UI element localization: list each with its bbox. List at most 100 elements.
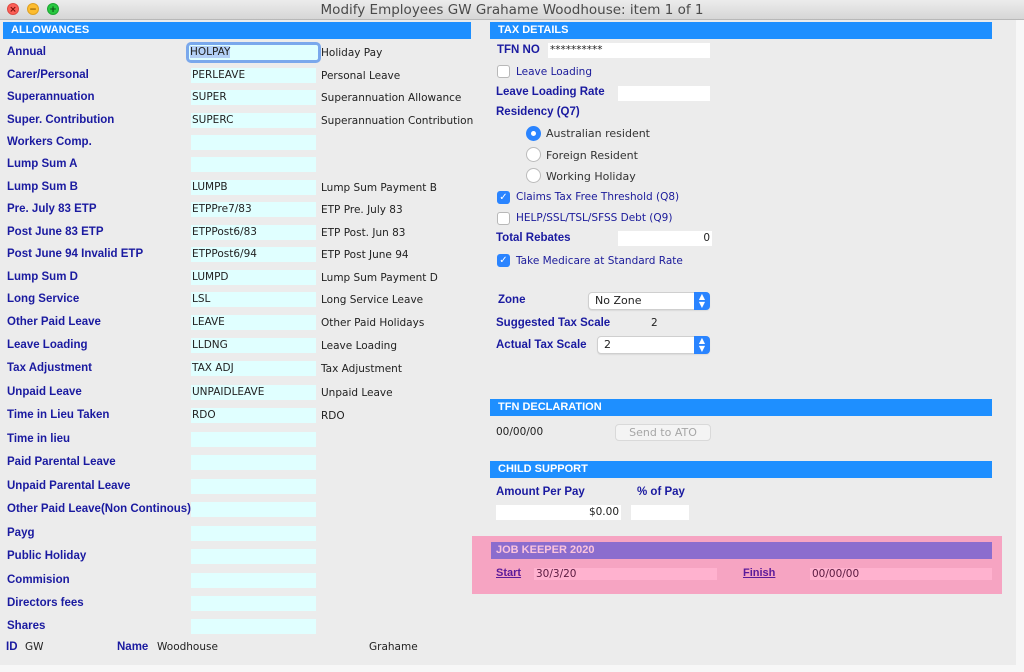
job-keeper-finish-link[interactable]: Finish bbox=[743, 567, 775, 579]
leave-loading-rate-input[interactable] bbox=[618, 86, 710, 101]
allowance-label: Workers Comp. bbox=[7, 136, 92, 148]
allowance-code-value: ETPPost6/94 bbox=[192, 248, 257, 260]
allowance-code-input[interactable]: HOLPAY bbox=[186, 42, 321, 63]
leave-loading-checkbox-label: Leave Loading bbox=[516, 66, 592, 78]
job-keeper-finish-input[interactable]: 00/00/00 bbox=[810, 568, 992, 580]
allowance-code-value: TAX ADJ bbox=[192, 362, 234, 374]
allowance-code-input[interactable]: ETPPost6/94 bbox=[191, 247, 316, 262]
allowance-label: Directors fees bbox=[7, 597, 84, 609]
send-to-ato-button[interactable]: Send to ATO bbox=[615, 424, 711, 441]
radio-australian-resident-label: Australian resident bbox=[546, 127, 650, 140]
help-debt-label: HELP/SSL/TSL/SFSS Debt (Q9) bbox=[516, 212, 673, 224]
allowance-label: Superannuation bbox=[7, 91, 95, 103]
allowance-code-input[interactable]: UNPAIDLEAVE bbox=[191, 385, 316, 400]
zone-select-value: No Zone bbox=[595, 294, 642, 307]
allowance-label: Lump Sum A bbox=[7, 158, 78, 170]
allowance-label: Lump Sum B bbox=[7, 181, 78, 193]
leave-loading-rate-label: Leave Loading Rate bbox=[496, 86, 605, 98]
percent-of-pay-input[interactable] bbox=[631, 505, 689, 520]
leave-loading-checkbox[interactable] bbox=[497, 65, 510, 78]
allowance-description: Unpaid Leave bbox=[321, 387, 393, 399]
allowance-code-input[interactable]: LEAVE bbox=[191, 315, 316, 330]
allowance-code-input[interactable]: LSL bbox=[191, 292, 316, 307]
select-arrows-icon: ▲ ▼ bbox=[694, 336, 710, 354]
allowance-code-value: ETPPost6/83 bbox=[192, 226, 257, 238]
allowance-code-input[interactable] bbox=[191, 619, 316, 634]
allowance-code-input[interactable]: LUMPD bbox=[191, 270, 316, 285]
allowance-code-value: LEAVE bbox=[192, 316, 225, 328]
child-support-header: CHILD SUPPORT bbox=[490, 461, 992, 478]
allowance-label: Leave Loading bbox=[7, 339, 88, 351]
medicare-label: Take Medicare at Standard Rate bbox=[516, 255, 683, 267]
allowance-code-input[interactable]: LLDNG bbox=[191, 338, 316, 353]
allowance-code-input[interactable] bbox=[191, 526, 316, 541]
allowance-code-value: ETPPre7/83 bbox=[192, 203, 252, 215]
allowance-code-input[interactable]: ETPPost6/83 bbox=[191, 225, 316, 240]
tfn-input[interactable]: ********** bbox=[548, 43, 710, 58]
surname-value: Woodhouse bbox=[157, 641, 218, 653]
allowance-code-value: LUMPD bbox=[192, 271, 229, 283]
allowance-description: Superannuation Contribution bbox=[321, 115, 474, 127]
allowance-label: Post June 94 Invalid ETP bbox=[7, 248, 144, 260]
allowance-code-input[interactable]: RDO bbox=[191, 408, 316, 423]
help-debt-checkbox[interactable] bbox=[497, 212, 510, 225]
allowance-label: Public Holiday bbox=[7, 550, 87, 562]
total-rebates-input[interactable]: 0 bbox=[618, 231, 712, 246]
allowance-code-input[interactable] bbox=[191, 573, 316, 588]
allowance-label: Unpaid Parental Leave bbox=[7, 480, 131, 492]
radio-australian-resident[interactable] bbox=[526, 126, 541, 141]
allowance-label: Annual bbox=[7, 46, 46, 58]
allowance-label: Long Service bbox=[7, 293, 80, 305]
allowance-label: Tax Adjustment bbox=[7, 362, 92, 374]
allowance-code-input[interactable] bbox=[191, 432, 316, 447]
actual-tax-scale-select[interactable]: 2 ▲ ▼ bbox=[597, 336, 710, 354]
allowance-label: Unpaid Leave bbox=[7, 386, 82, 398]
name-label: Name bbox=[117, 641, 149, 653]
id-label: ID bbox=[6, 641, 18, 653]
allowance-description: ETP Post June 94 bbox=[321, 249, 409, 261]
allowance-code-input[interactable] bbox=[191, 502, 316, 517]
allowance-code-input[interactable] bbox=[191, 549, 316, 564]
check-icon: ✓ bbox=[499, 192, 508, 203]
allowance-description: Other Paid Holidays bbox=[321, 317, 425, 329]
suggested-tax-scale-label: Suggested Tax Scale bbox=[496, 317, 611, 329]
allowance-code-value: RDO bbox=[192, 409, 216, 421]
allowance-code-input[interactable]: LUMPB bbox=[191, 180, 316, 195]
tax-free-threshold-label: Claims Tax Free Threshold (Q8) bbox=[516, 191, 680, 203]
radio-working-holiday[interactable] bbox=[526, 168, 541, 183]
residency-label: Residency (Q7) bbox=[496, 106, 580, 118]
allowance-description: Long Service Leave bbox=[321, 294, 424, 306]
allowance-code-input[interactable]: TAX ADJ bbox=[191, 361, 316, 376]
allowance-description: Lump Sum Payment B bbox=[321, 182, 437, 194]
medicare-checkbox[interactable]: ✓ bbox=[497, 254, 510, 267]
allowance-code-value: UNPAIDLEAVE bbox=[192, 386, 265, 398]
allowance-code-input[interactable]: ETPPre7/83 bbox=[191, 202, 316, 217]
allowance-code-input[interactable]: SUPERC bbox=[191, 113, 316, 128]
tax-free-threshold-checkbox[interactable]: ✓ bbox=[497, 191, 510, 204]
allowance-label: Pre. July 83 ETP bbox=[7, 203, 97, 215]
allowance-code-value: SUPER bbox=[192, 91, 227, 103]
job-keeper-start-input[interactable]: 30/3/20 bbox=[534, 568, 717, 580]
allowance-label: Post June 83 ETP bbox=[7, 226, 104, 238]
allowance-code-input[interactable] bbox=[191, 596, 316, 611]
allowance-code-input[interactable] bbox=[191, 479, 316, 494]
allowance-code-input[interactable] bbox=[191, 455, 316, 470]
tax-details-header: TAX DETAILS bbox=[490, 22, 992, 39]
total-rebates-label: Total Rebates bbox=[496, 232, 571, 244]
job-keeper-start-link[interactable]: Start bbox=[496, 567, 521, 579]
allowance-code-input[interactable]: PERLEAVE bbox=[191, 68, 316, 83]
allowance-code-value: SUPERC bbox=[192, 114, 234, 126]
select-arrows-icon: ▲ ▼ bbox=[694, 292, 710, 310]
allowance-code-value: LLDNG bbox=[192, 339, 228, 351]
radio-foreign-resident[interactable] bbox=[526, 147, 541, 162]
title-bar: × − + Modify Employees GW Grahame Woodho… bbox=[0, 0, 1024, 20]
allowance-code-input[interactable]: SUPER bbox=[191, 90, 316, 105]
id-value: GW bbox=[25, 641, 44, 653]
zone-select[interactable]: No Zone ▲ ▼ bbox=[588, 292, 710, 310]
amount-per-pay-label: Amount Per Pay bbox=[496, 486, 585, 498]
allowance-description: Superannuation Allowance bbox=[321, 92, 462, 104]
allowance-code-input[interactable] bbox=[191, 157, 316, 172]
allowance-code-input[interactable] bbox=[191, 135, 316, 150]
amount-per-pay-input[interactable]: $0.00 bbox=[496, 505, 621, 520]
allowance-label: Time in Lieu Taken bbox=[7, 409, 110, 421]
